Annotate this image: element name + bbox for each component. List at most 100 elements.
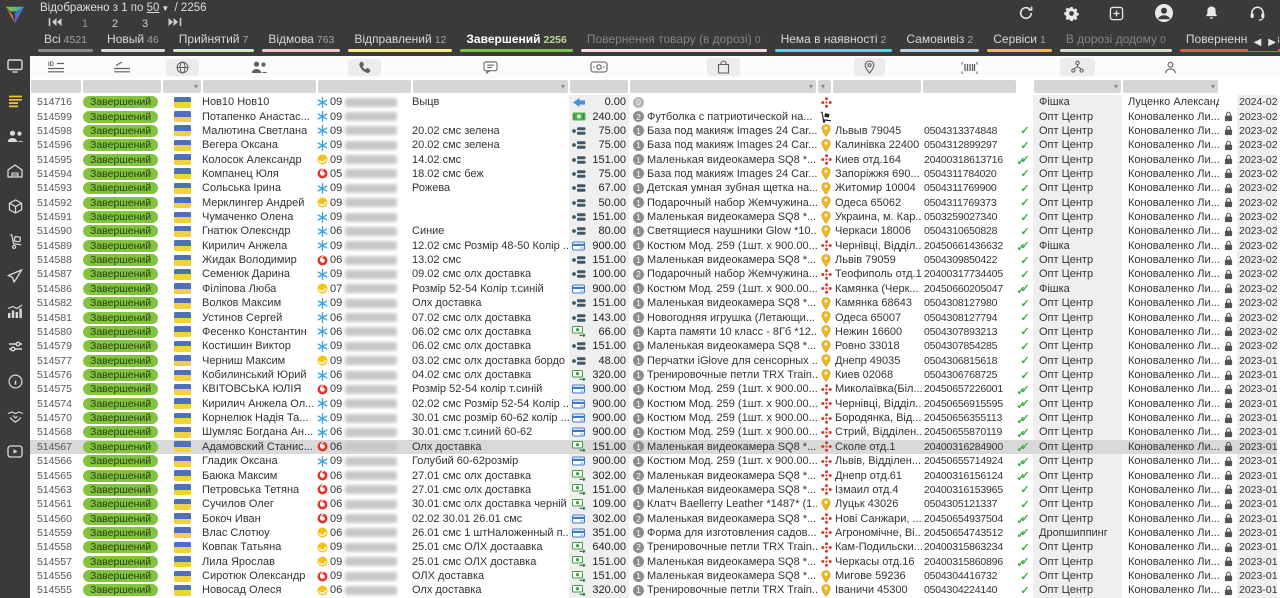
order-row[interactable]: 514590ЗавершенийГнатюк Олексндр06Синие80… xyxy=(30,224,1280,238)
order-row[interactable]: 514581ЗавершенийУстинов Сергей0607.02 см… xyxy=(30,310,1280,324)
order-row[interactable]: 514592ЗавершенийМерклингер Андрей0950.00… xyxy=(30,196,1280,210)
country-cell xyxy=(162,95,202,109)
column-header-status[interactable] xyxy=(82,56,162,78)
column-header-phone[interactable] xyxy=(317,56,412,78)
order-row[interactable]: 514593ЗавершенийСольська Ірина09Рожева67… xyxy=(30,181,1280,195)
column-header-customer[interactable] xyxy=(202,56,317,78)
filter-input-status[interactable] xyxy=(83,80,161,93)
filter-input-country[interactable] xyxy=(163,80,201,93)
order-row[interactable]: 514576ЗавершенийКобилинський Юрий0604.02… xyxy=(30,368,1280,382)
filter-input-phone[interactable] xyxy=(318,80,411,93)
order-row[interactable]: 514588ЗавершенийЖидак Володимир0613.02 с… xyxy=(30,253,1280,267)
order-row[interactable]: 514582ЗавершенийВолков Максим09Олх доста… xyxy=(30,296,1280,310)
order-row[interactable]: 514596ЗавершенийВегера Оксана0920.02 смс… xyxy=(30,138,1280,152)
sidebar-item-clients[interactable] xyxy=(7,128,23,144)
column-header-country[interactable] xyxy=(162,56,202,78)
order-row[interactable]: 514586ЗавершенийФіліпова Люба07Розмір 52… xyxy=(30,282,1280,296)
tab-відправлений[interactable]: Відправлений12 xyxy=(344,31,456,56)
order-row[interactable]: 514563ЗавершенийПетровська Тетяна0627.01… xyxy=(30,483,1280,497)
order-row[interactable]: 514577ЗавершенийЧерниш Максим0903.02 смс… xyxy=(30,353,1280,367)
column-header-lock[interactable] xyxy=(1219,56,1237,78)
tabs-scroll-nav: ◀ ▶ xyxy=(1248,35,1278,51)
tab-повернення-товару-в-дорозі-[interactable]: Повернення товару (в дорозі)0 xyxy=(577,31,771,56)
tab-нема-в-наявності[interactable]: Нема в наявності2 xyxy=(771,31,897,56)
tabs-scroll-right-icon[interactable]: ▶ xyxy=(1268,37,1276,49)
column-header-payment[interactable] xyxy=(569,56,629,78)
order-row[interactable]: 514587ЗавершенийСеменюк Дарина0909.02 см… xyxy=(30,267,1280,281)
sidebar-item-warehouse[interactable] xyxy=(7,163,23,179)
order-row[interactable]: 514556ЗавершенийСиротюк Олександр09ОЛХ д… xyxy=(30,569,1280,583)
sidebar-item-video-tutorials[interactable] xyxy=(7,443,23,459)
filter-dropdown-delivery[interactable] xyxy=(818,80,831,93)
order-row[interactable]: 514558ЗавершенийКовпак Татьяна0925.01 см… xyxy=(30,540,1280,554)
order-row[interactable]: 514589ЗавершенийКирилич Анжела0912.02 см… xyxy=(30,239,1280,253)
tab-відмова[interactable]: Відмова763 xyxy=(258,31,344,56)
order-row[interactable]: 514579ЗавершенийКостишин Виктор0906.02 с… xyxy=(30,339,1280,353)
column-header-ttn[interactable] xyxy=(922,56,1017,78)
order-row[interactable]: 514716ЗавершенийНов10 Нов1009Выцв0.000Фі… xyxy=(30,95,1280,109)
order-row[interactable]: 514560ЗавершенийБокоч Иван0902.02 30.01 … xyxy=(30,511,1280,525)
support-button[interactable] xyxy=(1249,5,1266,21)
order-row[interactable]: 514574ЗавершенийКирилич Анжела Ол...0902… xyxy=(30,397,1280,411)
tab-сервіси[interactable]: Сервіси1 xyxy=(983,31,1056,56)
column-header-manager[interactable] xyxy=(1122,56,1219,78)
sidebar-item-partners-handshake[interactable] xyxy=(7,408,23,424)
order-row[interactable]: 514599ЗавершенийПотапенко Анастас...0924… xyxy=(30,109,1280,123)
tab-новый[interactable]: Новый46 xyxy=(97,31,169,56)
filter-input-customer[interactable] xyxy=(203,80,316,93)
column-header-products[interactable] xyxy=(629,56,817,78)
tab-прийнятий[interactable]: Прийнятий7 xyxy=(169,31,259,56)
tabs-scroll-left-icon[interactable]: ◀ xyxy=(1254,37,1262,49)
tab-в-дорозі-додому[interactable]: В дорозі додому0 xyxy=(1056,31,1176,56)
tab-всі[interactable]: Всі4521 xyxy=(34,31,97,56)
filter-input-products[interactable] xyxy=(630,80,816,93)
filter-input-comment[interactable] xyxy=(413,80,568,93)
page-size-dropdown[interactable]: 50 xyxy=(147,2,160,14)
order-row[interactable]: 514570ЗавершенийКорнелюк Надія Та...0930… xyxy=(30,411,1280,425)
order-row[interactable]: 514568ЗавершенийШумляс Богдана Ан...0630… xyxy=(30,425,1280,439)
order-row[interactable]: 514591ЗавершенийЧумаченко Олена09151.001… xyxy=(30,210,1280,224)
column-header-id[interactable]: ID xyxy=(30,56,82,78)
column-header-ttn-status[interactable] xyxy=(1017,56,1033,78)
order-row[interactable]: 514559ЗавершенийВлас Слотюу0626.01 смс 1… xyxy=(30,526,1280,540)
notifications-button[interactable] xyxy=(1204,5,1219,21)
lock-cell xyxy=(1219,583,1237,597)
sidebar-item-info[interactable] xyxy=(7,373,23,389)
column-header-comment[interactable] xyxy=(412,56,569,78)
app-logo[interactable] xyxy=(4,4,26,26)
sidebar-item-marketing-send[interactable] xyxy=(7,268,23,284)
sidebar-item-statistics[interactable] xyxy=(7,303,23,319)
order-row[interactable]: 514567ЗавершенийАдамовский Станис...06Ол… xyxy=(30,440,1280,454)
column-header-delivery[interactable] xyxy=(817,56,922,78)
profile-button[interactable] xyxy=(1154,3,1174,23)
filter-input-id[interactable] xyxy=(31,80,81,93)
filter-input-fulfillment[interactable] xyxy=(1034,80,1121,93)
order-row[interactable]: 514555ЗавершенийНовосад Олеся06Олх доста… xyxy=(30,583,1280,597)
sidebar-item-suppliers-trolley[interactable] xyxy=(7,233,23,249)
order-row[interactable]: 514566ЗавершенийГладик Оксана09Голубий 6… xyxy=(30,454,1280,468)
tab-самовивіз[interactable]: Самовивіз2 xyxy=(896,31,983,56)
filter-input-manager[interactable] xyxy=(1123,80,1218,93)
column-header-date[interactable] xyxy=(1237,56,1277,78)
filter-input-ttn[interactable] xyxy=(923,80,1016,93)
sidebar-item-products-box[interactable] xyxy=(7,198,23,214)
filter-input-payment[interactable] xyxy=(570,80,628,93)
order-row[interactable]: 514575ЗавершенийКВІТОВСЬКА ЮЛІЯ09Розмір … xyxy=(30,382,1280,396)
gear-button[interactable] xyxy=(1064,6,1079,21)
sidebar-item-dashboard[interactable] xyxy=(7,58,23,74)
order-row[interactable]: 514565ЗавершенийБаюка Максим0627.01 смс … xyxy=(30,468,1280,482)
sidebar-item-orders-list[interactable] xyxy=(7,93,23,109)
sidebar-item-settings-sliders[interactable] xyxy=(7,338,23,354)
order-row[interactable]: 514557ЗавершенийЛила Ярослав0925.01 смс … xyxy=(30,555,1280,569)
column-header-fulfillment[interactable] xyxy=(1033,56,1122,78)
order-row[interactable]: 514598ЗавершенийМалютина Светлана0920.02… xyxy=(30,124,1280,138)
filter-input-delivery[interactable] xyxy=(833,80,921,93)
add-order-button[interactable] xyxy=(1109,6,1124,21)
order-row[interactable]: 514561ЗавершенийСучилов Олег0630.01 смс … xyxy=(30,497,1280,511)
order-row[interactable]: 514595ЗавершенийКолосок Александр0914.02… xyxy=(30,152,1280,166)
order-row[interactable]: 514594ЗавершенийКомпанец Юля0518.02 смс … xyxy=(30,167,1280,181)
refresh-button[interactable] xyxy=(1018,5,1034,21)
order-date: 2023-02 xyxy=(1237,210,1277,224)
order-row[interactable]: 514580ЗавершенийФесенко Константин0606.0… xyxy=(30,325,1280,339)
tab-завершений[interactable]: Завершений2256 xyxy=(456,31,576,56)
